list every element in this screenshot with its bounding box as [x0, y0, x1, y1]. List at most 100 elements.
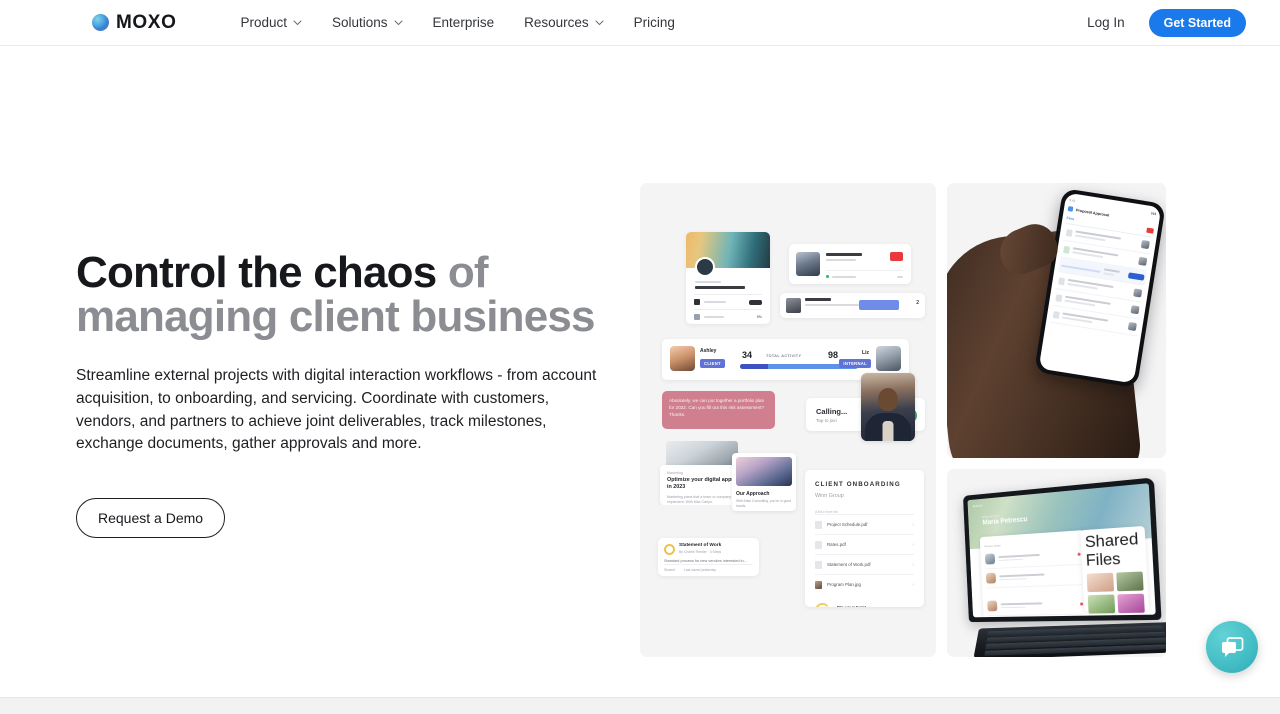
sow-shared-label: Shared: [664, 568, 675, 572]
chevron-down-icon: [394, 20, 403, 25]
file-icon: [815, 520, 822, 529]
sow-title: Statement of Work: [679, 543, 722, 548]
list-item[interactable]: [694, 294, 762, 309]
row-text: [1103, 268, 1126, 278]
mock-chat-bubble: Absolutely, we can put together a portfo…: [662, 391, 775, 429]
laptop-lid: MOXO Welcome back, Maria Petrescu Recent…: [962, 477, 1162, 623]
activity-center-label: TOTAL ACTIVITY: [766, 354, 802, 358]
mock-card-statement-of-work: Statement of Work By Charlie Reeder · 3 …: [658, 538, 759, 576]
mock-card-client-onboarding: CLIENT ONBOARDING Winn Group Attachments…: [805, 470, 924, 607]
mock-video-participant-photo: [861, 373, 915, 441]
brand-logo[interactable]: MOXO: [92, 13, 176, 32]
file-thumbnail[interactable]: [1116, 593, 1145, 614]
all-activity-button[interactable]: [859, 300, 899, 310]
file-icon: [1063, 245, 1071, 254]
nav-item-resources[interactable]: Resources: [524, 15, 604, 30]
phone-header-title: Proposal Approval: [1075, 207, 1110, 218]
activity-left-value: 34: [742, 350, 753, 360]
status-dot-icon: [826, 275, 829, 278]
avatar: [1130, 305, 1140, 315]
chat-bubble-icon: [1221, 636, 1243, 657]
phone-screen: 9:41 ▮▮▮ Proposal Approval Flow: [1038, 192, 1162, 384]
status-line: [832, 275, 856, 278]
file-icon: [1060, 264, 1101, 273]
list-item[interactable]: 0%: [694, 309, 762, 324]
file-icon: [1055, 293, 1063, 302]
file-icon: [815, 560, 822, 569]
mock-card-proposal-workflow: 0% 0%: [686, 232, 770, 324]
login-link[interactable]: Log In: [1087, 15, 1125, 30]
nav-actions: Log In Get Started: [1087, 8, 1246, 37]
laptop-base: [973, 622, 1166, 657]
avatar: [670, 346, 695, 371]
contact-name-block: [805, 298, 859, 306]
file-thumbnail[interactable]: [1086, 572, 1114, 593]
chevron-right-icon: ›: [912, 581, 914, 588]
chevron-right-icon: ›: [912, 521, 914, 528]
activity-count: 2: [916, 300, 919, 306]
laptop-keyboard: [984, 625, 1166, 656]
nav-item-solutions[interactable]: Solutions: [332, 15, 403, 30]
contact-name-line: [805, 298, 831, 301]
chat-widget-button[interactable]: [1206, 621, 1258, 673]
file-icon: [815, 540, 822, 549]
progress-ring-icon: [815, 603, 830, 607]
list-item[interactable]: Statement of Work.pdf ›: [815, 554, 914, 574]
list-item[interactable]: [986, 594, 1084, 617]
dashboard-brand: MOXO: [972, 503, 984, 509]
footer-strip: [0, 697, 1280, 714]
call-subtitle: Tap to join: [816, 418, 837, 423]
moxo-globe-icon: [92, 14, 109, 31]
status-badge: [749, 299, 762, 305]
list-item[interactable]: [987, 614, 1085, 618]
row-text: [1061, 312, 1126, 329]
hero-copy-column: Control the chaos of managing client bus…: [0, 46, 640, 697]
request-demo-button[interactable]: Request a Demo: [76, 498, 226, 539]
contact-name-line: [826, 253, 862, 256]
onboarding-subtitle: Winn Group: [815, 493, 844, 499]
tab-flow[interactable]: Flow: [1066, 215, 1074, 220]
onboarding-title: CLIENT ONBOARDING: [815, 481, 901, 488]
record-icon[interactable]: [1146, 227, 1154, 234]
approach-body: With Atlas Consulting, you're in good ha…: [736, 499, 792, 509]
call-title: Calling...: [816, 407, 848, 416]
file-tile-grid: [1086, 571, 1145, 614]
activity-left-name: Ashley: [700, 348, 717, 354]
get-started-button[interactable]: Get Started: [1148, 8, 1246, 37]
status-badge: INTERNAL: [839, 359, 871, 368]
avatar: [796, 252, 820, 276]
file-name: Rates.pdf: [827, 542, 846, 547]
record-icon[interactable]: [890, 252, 903, 261]
chevron-right-icon: ›: [912, 541, 914, 548]
image-file-icon: [815, 580, 822, 589]
nav-item-product[interactable]: Product: [240, 15, 302, 30]
your-turn-block: It's your turn! Sending file to document…: [815, 603, 914, 607]
nav-item-product-label: Product: [240, 15, 287, 30]
review-button[interactable]: [1127, 272, 1145, 281]
nav-item-resources-label: Resources: [524, 15, 589, 30]
list-item[interactable]: Program Plan.jpg ›: [815, 574, 914, 594]
file-thumbnail[interactable]: [1115, 571, 1144, 592]
contact-email-line: [805, 304, 859, 306]
brand-name: MOXO: [116, 12, 177, 33]
list-item[interactable]: Rates.pdf ›: [815, 534, 914, 554]
list-item[interactable]: Project Schedule.pdf ›: [815, 514, 914, 534]
laptop-photo: MOXO Welcome back, Maria Petrescu Recent…: [947, 469, 1166, 657]
sow-meta: By Charlie Reeder · 3 Steps: [679, 550, 722, 554]
page-title: Control the chaos of managing client bus…: [76, 251, 640, 339]
photo-head-shape: [878, 387, 898, 411]
chevron-down-icon[interactable]: [897, 275, 903, 278]
title-line: [695, 286, 745, 289]
nav-item-enterprise[interactable]: Enterprise: [433, 15, 495, 30]
step-icon: [694, 299, 700, 305]
smartphone-device: 9:41 ▮▮▮ Proposal Approval Flow: [1034, 188, 1166, 388]
list-item[interactable]: [985, 564, 1083, 589]
your-turn-text: It's your turn! Sending file to document…: [837, 605, 876, 607]
file-name: Program Plan.jpg: [827, 582, 861, 587]
nav-item-pricing[interactable]: Pricing: [634, 15, 675, 30]
step-label-line: [704, 301, 726, 303]
file-thumbnail[interactable]: [1087, 594, 1115, 614]
headline-muted-inline: of: [447, 248, 489, 297]
avatar: [695, 257, 715, 277]
avatar: [987, 600, 998, 612]
